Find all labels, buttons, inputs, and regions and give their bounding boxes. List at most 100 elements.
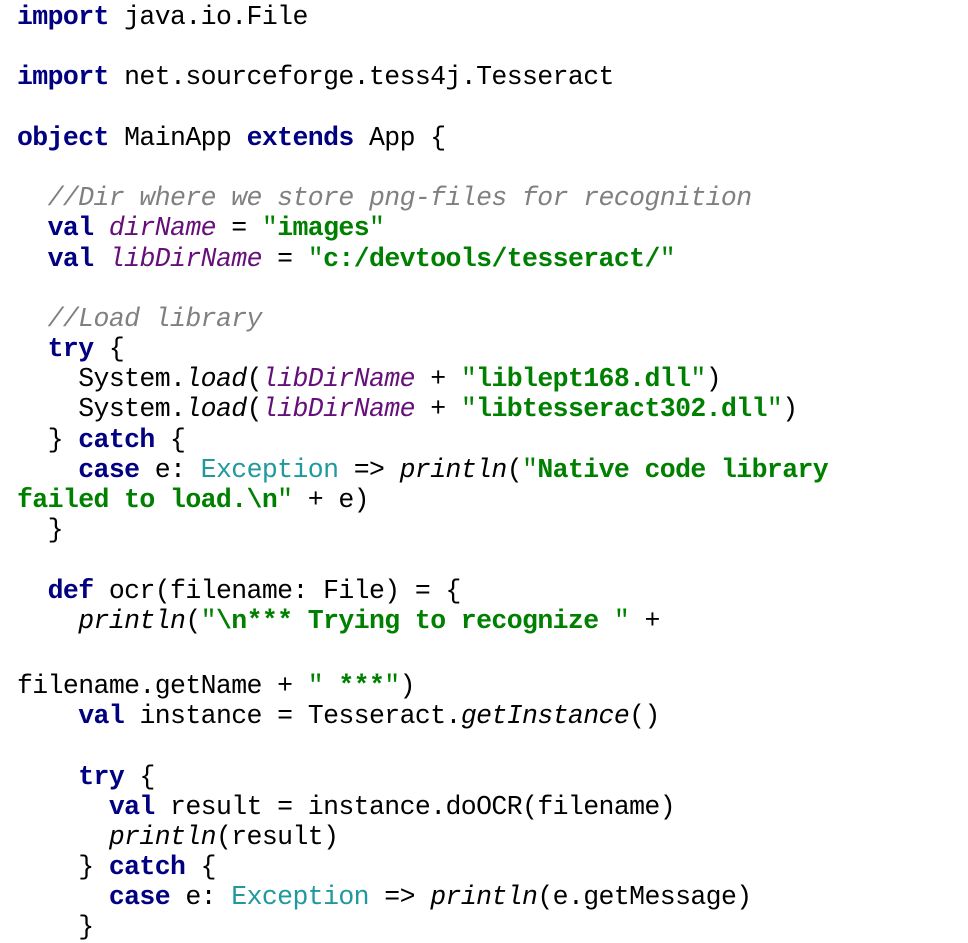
code-token: libDirName [261,394,416,425]
code-token: } [17,912,94,943]
code-token: { [154,424,186,455]
code-token: object [17,122,109,153]
code-token: println [78,605,186,636]
code-line: } [17,912,957,942]
code-token: ( [506,454,523,485]
code-token: " [384,670,400,701]
code-token: \n*** Trying to recognize [215,605,614,636]
code-token: (e.getMessage) [537,882,752,913]
code-token: liblept168.dll [476,364,691,395]
code-line: case e: Exception => println("Native cod… [17,455,957,485]
code-token: catch [78,424,155,455]
code-line: println(result) [17,822,957,852]
code-token: => [338,454,400,485]
code-token: getInstance [460,701,630,732]
code-token: c:/devtools/tesseract/ [323,243,660,274]
code-token: + [414,394,461,425]
code-token: { [93,334,125,365]
code-token: catch [108,852,186,883]
code-token: " [277,485,293,515]
code-line: //Dir where we store png-files for recog… [17,183,957,213]
code-line: val dirName = "images" [17,213,957,243]
code-token: libtesseract302.dll [476,394,767,425]
code-token: " [522,454,538,485]
code-token: images [277,213,370,244]
code-line: } [17,515,957,545]
code-token: load [185,364,247,395]
code-token: } [17,852,109,883]
code-token: val [47,213,95,244]
code-token: " [261,213,278,244]
code-token: filename.getName + [17,670,308,701]
code-token: val [47,243,95,274]
code-token: val [108,791,156,822]
code-token: try [47,334,95,365]
code-line: case e: Exception => println(e.getMessag… [17,882,957,912]
code-line: try { [17,334,957,364]
code-token: libDirName [261,364,416,395]
code-token: libDirName [108,243,263,274]
code-line: failed to load.\n" + e) [17,485,957,515]
code-token: Native code library [537,454,829,485]
code-token: " [766,394,783,425]
code-line: import java.io.File [17,2,957,32]
code-token: net.sourceforge.tess4j.Tesseract [108,62,614,93]
code-token: + [629,605,660,636]
code-line: try { [17,762,957,792]
code-token: e: [170,882,232,913]
code-token: java.io.File [108,2,308,32]
code-line: System.load(libDirName + "liblept168.dll… [17,364,957,394]
code-token: *** [323,670,385,701]
code-token: try [78,761,125,792]
code-token: } [17,424,79,455]
code-token: (result) [215,821,339,852]
code-token: " [460,394,477,425]
code-token: extends [246,122,355,153]
code-line: import net.sourceforge.tess4j.Tesseract [17,62,957,92]
code-token: case [78,454,140,485]
code-token: " [369,213,385,244]
code-token: { [124,761,155,792]
code-token: e: [139,454,201,485]
code-token: val [78,701,125,732]
code-token: //Load library [47,303,263,334]
code-token: " [200,605,217,636]
code-token: + [414,364,461,395]
code-token: result = instance.doOCR(filename) [154,791,676,822]
code-token: ) [782,394,798,425]
code-token: System. [17,394,186,425]
code-line: filename.getName + " ***") [17,671,957,701]
code-token: Exception [231,882,369,913]
code-token: println [430,882,538,913]
code-token: println [108,821,217,852]
code-token: ocr(filename: File) = { [93,575,462,606]
code-token: " [613,605,630,636]
code-token: dirName [108,213,217,244]
code-line: } catch { [17,852,957,882]
code-token: " [460,364,477,395]
code-token: " [307,670,324,701]
code-line: println("\n*** Trying to recognize " + [17,606,957,636]
code-token: import [17,2,109,32]
code-token: + e) [292,485,370,515]
code-token: instance = Tesseract. [124,701,461,732]
code-token: MainApp [108,122,247,153]
code-token: ( [246,394,263,425]
